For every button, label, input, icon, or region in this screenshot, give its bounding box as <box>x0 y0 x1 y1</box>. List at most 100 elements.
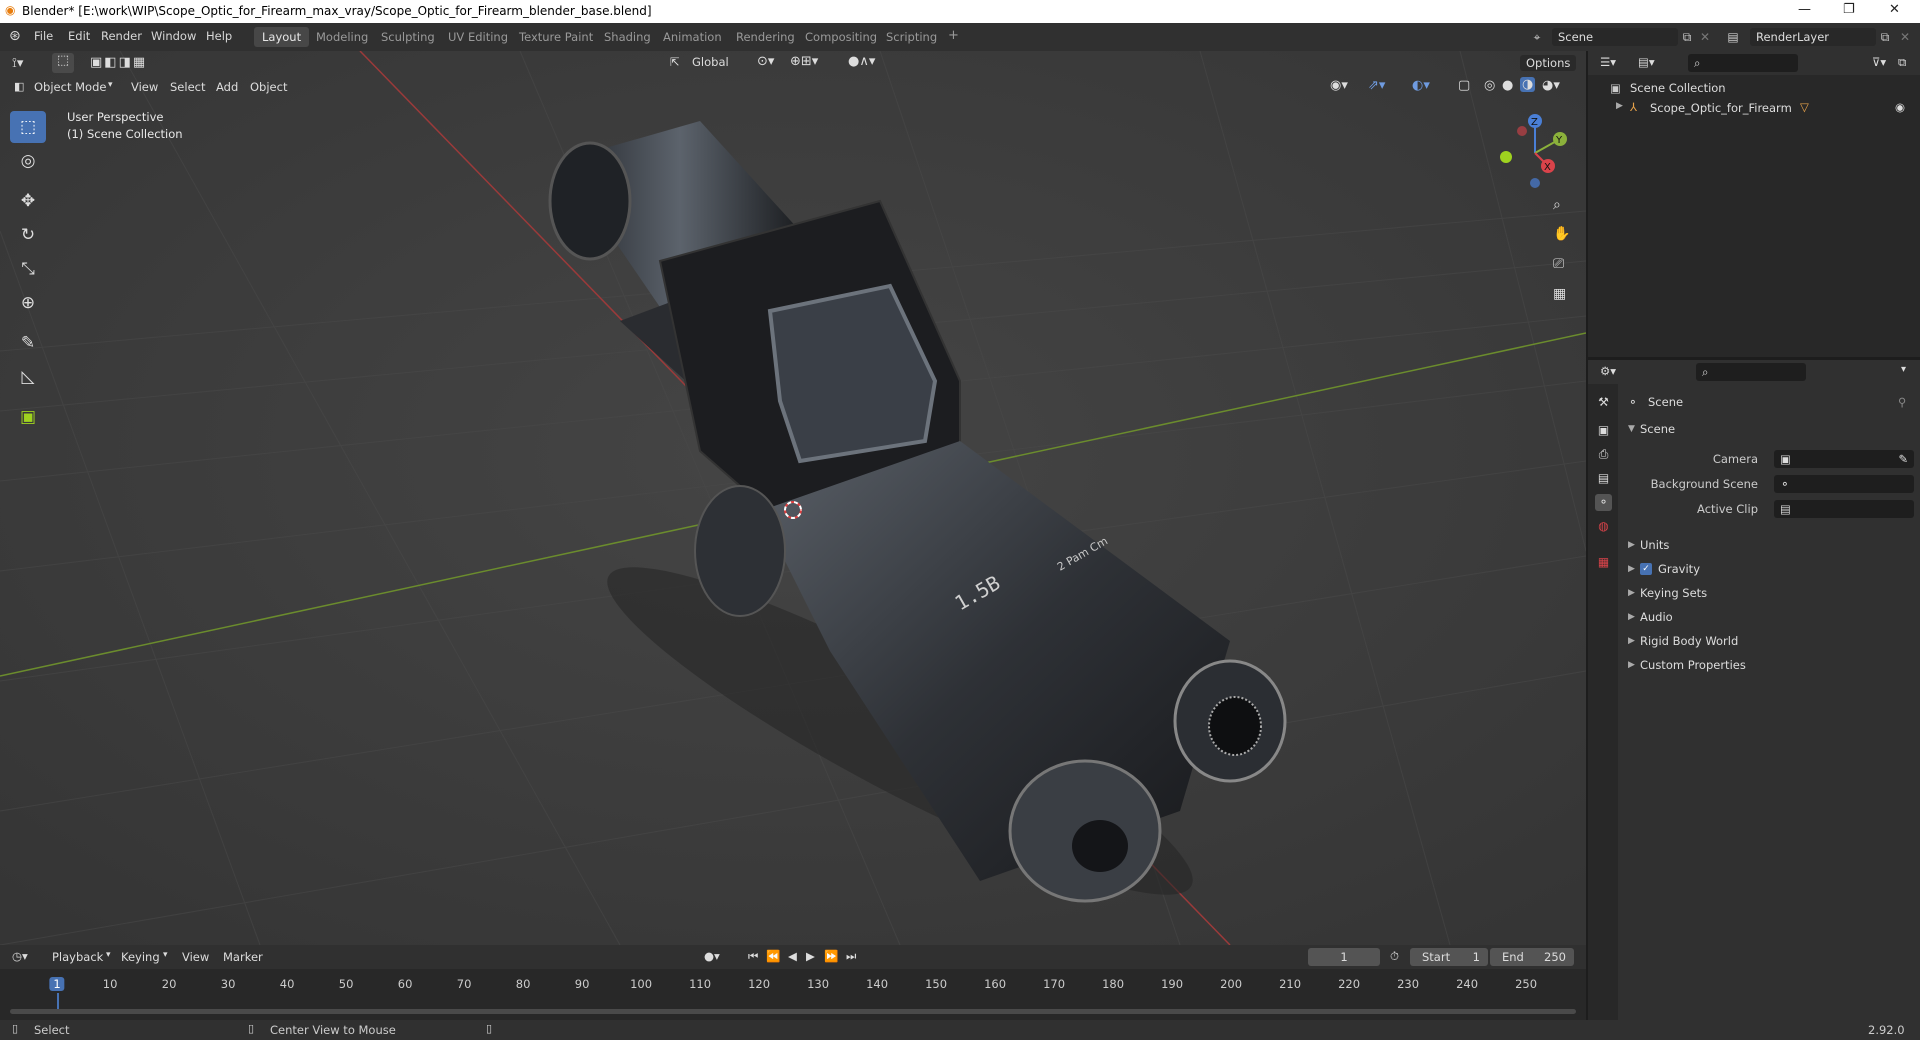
options-button[interactable]: Options <box>1520 55 1577 71</box>
play-reverse-icon[interactable]: ◀ <box>788 949 797 963</box>
jump-end-icon[interactable]: ⏭ <box>846 949 856 964</box>
pin-icon[interactable]: ⚲ <box>1898 395 1906 409</box>
panel-custom-properties[interactable]: ▶ Custom Properties <box>1588 654 1920 676</box>
render-tab-icon[interactable]: ▣ <box>1595 422 1612 439</box>
rotate-tool[interactable]: ↻ <box>10 219 46 251</box>
shading-rendered-icon[interactable]: ◕▾ <box>1542 78 1560 93</box>
transform-tool[interactable]: ⊕ <box>10 287 46 319</box>
tab-modeling[interactable]: Modeling <box>308 27 376 47</box>
display-mode-icon[interactable]: ▤▾ <box>1638 55 1655 69</box>
overlay-toggle-icon[interactable]: ◐▾ <box>1412 78 1430 93</box>
editor-type-icon[interactable]: ⟟▾ <box>12 56 23 71</box>
delete-view-layer-icon[interactable]: ✕ <box>1896 28 1914 46</box>
menu-render[interactable]: Render <box>101 29 142 43</box>
properties-editor-icon[interactable]: ⚙▾ <box>1600 364 1616 378</box>
menu-keying[interactable]: Keying <box>121 950 160 964</box>
new-view-layer-icon[interactable]: ⧉ <box>1876 28 1894 46</box>
add-workspace-button[interactable]: + <box>942 27 965 47</box>
camera-view-icon[interactable]: ⎚ <box>1553 256 1564 272</box>
tool-tab-icon[interactable]: ⚒ <box>1595 394 1612 411</box>
gizmo-toggle-icon[interactable]: ⇗▾ <box>1368 78 1385 93</box>
background-scene-field[interactable]: ⚬ <box>1774 475 1914 493</box>
shading-solid-icon[interactable]: ● <box>1502 78 1513 93</box>
view-layer-selector[interactable]: RenderLayer <box>1750 28 1876 46</box>
ortho-toggle-icon[interactable]: ▦ <box>1553 286 1566 302</box>
visibility-icon[interactable]: ◉▾ <box>1330 78 1348 93</box>
menu-select[interactable]: Select <box>170 80 205 94</box>
blender-menu-icon[interactable]: ⊛ <box>9 28 21 44</box>
outliner-root[interactable]: Scene Collection <box>1630 81 1726 95</box>
viewport-scene[interactable]: 1.5B 2 Pam Cm <box>0 51 1586 945</box>
timeline-scrollbar[interactable] <box>10 1009 1576 1014</box>
section-expand-icon[interactable]: ▼ <box>1628 424 1635 434</box>
menu-help[interactable]: Help <box>206 29 232 43</box>
add-cube-tool[interactable]: ▣ <box>10 401 46 433</box>
close-button[interactable]: ✕ <box>1889 2 1900 17</box>
menu-object[interactable]: Object <box>250 80 287 94</box>
annotate-tool[interactable]: ✎ <box>10 327 46 359</box>
select-tool-icon[interactable]: ⬚ <box>52 53 74 73</box>
tab-uv-editing[interactable]: UV Editing <box>440 27 516 47</box>
selection-mode-icons[interactable]: ▣◧◨▦ <box>90 55 147 70</box>
pivot-icon[interactable]: ⊙▾ <box>757 54 774 69</box>
scene-selector[interactable]: Scene <box>1552 28 1678 46</box>
shading-material-icon[interactable]: ◑ <box>1520 77 1536 92</box>
snap-icon[interactable]: ⊕⊞▾ <box>790 54 818 69</box>
tab-texture-paint[interactable]: Texture Paint <box>511 27 601 47</box>
shading-wireframe-icon[interactable]: ◎ <box>1484 78 1495 93</box>
current-frame-field[interactable]: 1 <box>1308 948 1380 966</box>
proportional-edit-icon[interactable]: ●∧▾ <box>848 54 875 69</box>
menu-edit[interactable]: Edit <box>68 29 90 43</box>
measure-tool[interactable]: ◺ <box>10 361 46 393</box>
move-tool[interactable]: ✥ <box>10 185 46 217</box>
new-scene-icon[interactable]: ⧉ <box>1678 28 1696 46</box>
xray-icon[interactable]: ▢ <box>1458 78 1470 93</box>
outliner-item[interactable]: Scope_Optic_for_Firearm <box>1650 101 1792 115</box>
3d-viewport[interactable]: 1.5B 2 Pam Cm ⟟▾ ⬚ ▣◧◨▦ ⇱ Global ⊙▾ ⊕⊞▾ … <box>0 51 1586 945</box>
view-layer-browse-icon[interactable]: ▤ <box>1724 28 1742 46</box>
new-collection-icon[interactable]: ⧉ <box>1898 55 1906 70</box>
world-tab-icon[interactable]: ◍ <box>1595 518 1612 535</box>
panel-gravity[interactable]: ▶ ✓ Gravity <box>1588 558 1920 580</box>
menu-marker[interactable]: Marker <box>223 950 263 964</box>
panel-keying-sets[interactable]: ▶ Keying Sets <box>1588 582 1920 604</box>
start-frame-field[interactable]: Start 1 <box>1410 948 1488 966</box>
pan-hand-icon[interactable]: ✋ <box>1553 226 1570 242</box>
panel-units[interactable]: ▶ Units <box>1588 534 1920 556</box>
menu-playback[interactable]: Playback <box>52 950 103 964</box>
menu-add[interactable]: Add <box>216 80 238 94</box>
object-mode-selector[interactable]: Object Mode <box>34 80 106 94</box>
section-title[interactable]: Scene <box>1640 422 1675 436</box>
tab-rendering[interactable]: Rendering <box>728 27 803 47</box>
playhead[interactable]: 1 <box>49 977 65 991</box>
panel-audio[interactable]: ▶ Audio <box>1588 606 1920 628</box>
menu-file[interactable]: File <box>34 29 53 43</box>
panel-rigid-body-world[interactable]: ▶ Rigid Body World <box>1588 630 1920 652</box>
collapse-icon[interactable]: ▾ <box>1901 364 1906 375</box>
camera-field[interactable]: ▣ ✎ <box>1774 450 1914 468</box>
next-keyframe-icon[interactable]: ⏩ <box>824 949 838 963</box>
jump-start-icon[interactable]: ⏮ <box>748 949 758 964</box>
filter-icon[interactable]: ⊽▾ <box>1872 55 1886 69</box>
cursor-tool[interactable]: ◎ <box>10 145 46 177</box>
eyedropper-icon[interactable]: ✎ <box>1898 452 1908 466</box>
timeline-editor-icon[interactable]: ◷▾ <box>12 949 28 963</box>
tab-scripting[interactable]: Scripting <box>878 27 945 47</box>
tab-sculpting[interactable]: Sculpting <box>373 27 443 47</box>
active-clip-field[interactable]: ▤ <box>1774 500 1914 518</box>
properties-search-input[interactable]: ⌕ <box>1696 363 1806 381</box>
record-button[interactable]: ●▾ <box>704 949 720 963</box>
minimize-button[interactable]: — <box>1798 2 1811 17</box>
orientation-selector[interactable]: Global <box>692 55 729 69</box>
restore-button[interactable]: ❐ <box>1843 2 1855 17</box>
outliner-editor-icon[interactable]: ☰▾ <box>1600 55 1616 69</box>
stopwatch-icon[interactable]: ⏱ <box>1390 949 1399 964</box>
navigation-gizmo[interactable]: Z Y X <box>1490 111 1570 201</box>
expand-arrow-icon[interactable]: ▶ <box>1616 101 1623 111</box>
outliner-search-input[interactable]: ⌕ <box>1688 54 1798 72</box>
tab-layout[interactable]: Layout <box>254 27 310 47</box>
delete-scene-icon[interactable]: ✕ <box>1696 28 1714 46</box>
tab-animation[interactable]: Animation <box>655 27 730 47</box>
eye-visibility-icon[interactable]: ◉ <box>1895 100 1905 114</box>
menu-view[interactable]: View <box>131 80 158 94</box>
